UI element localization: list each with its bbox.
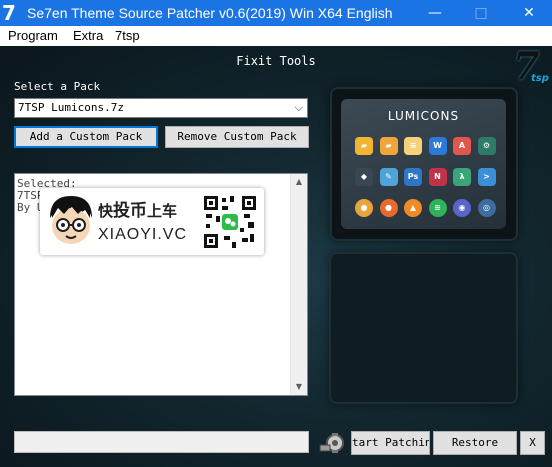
- exit-button[interactable]: X: [520, 431, 545, 455]
- pack-dropdown[interactable]: 7TSP Lumicons.7z ⌵: [14, 98, 308, 118]
- brand-logo-suffix: tsp: [531, 73, 549, 84]
- menu-7tsp[interactable]: 7tsp: [115, 27, 140, 45]
- onenote-icon: N: [428, 168, 447, 186]
- firefox-icon: ●: [379, 199, 398, 217]
- maximize-button[interactable]: □: [458, 0, 504, 26]
- patcher-gear-icon: [318, 431, 346, 455]
- scroll-up-icon[interactable]: ▲: [291, 174, 307, 190]
- window-title: Se7en Theme Source Patcher v0.6(2019) Wi…: [27, 5, 393, 21]
- start-patching-button[interactable]: tart Patchin: [351, 431, 430, 455]
- terminal-icon: >: [477, 168, 496, 186]
- title-bar[interactable]: 7 Se7en Theme Source Patcher v0.6(2019) …: [0, 0, 552, 26]
- chevron-down-icon[interactable]: ⌵: [295, 100, 303, 116]
- preview-title: LUMICONS: [387, 109, 460, 123]
- close-button[interactable]: ✕: [506, 0, 552, 26]
- settings-icon: ⚙: [477, 137, 496, 155]
- add-custom-pack-button[interactable]: Add a Custom Pack: [14, 126, 158, 148]
- spotify-icon: ≋: [428, 199, 447, 217]
- lambda-icon: λ: [453, 168, 471, 186]
- scroll-down-icon[interactable]: ▼: [291, 379, 307, 395]
- restore-button[interactable]: Restore: [433, 431, 517, 455]
- details-scrollbar[interactable]: ▲ ▼: [290, 174, 307, 395]
- watermark-domain: XIAOYI.VC: [98, 226, 188, 243]
- word-icon: W: [428, 137, 447, 155]
- menu-bar: Program Extra 7tsp: [0, 26, 552, 46]
- paint-icon: ✎: [379, 168, 398, 186]
- photoshop-icon: Ps: [404, 168, 422, 186]
- app-logo-icon: 7: [2, 1, 16, 25]
- menu-extra[interactable]: Extra: [73, 27, 103, 45]
- app-window: 7 Se7en Theme Source Patcher v0.6(2019) …: [0, 0, 552, 467]
- select-pack-label: Select a Pack: [14, 80, 101, 93]
- remove-custom-pack-button[interactable]: Remove Custom Pack: [165, 126, 309, 148]
- watermark-overlay: 快投币上车 XIAOYI.VC: [40, 188, 264, 255]
- folder-icon: ▰: [355, 137, 373, 155]
- qr-code-icon: [202, 194, 258, 250]
- progress-bar: [14, 431, 309, 453]
- pack-dropdown-value: 7TSP Lumicons.7z: [18, 101, 124, 114]
- preview-frame-bottom: [329, 252, 518, 404]
- pdf-icon: A: [453, 137, 471, 155]
- steam-icon: ◎: [477, 199, 496, 217]
- document-icon: ≡: [404, 137, 422, 155]
- folder-docs-icon: ▰: [379, 137, 398, 155]
- cartoon-avatar-icon: [44, 192, 98, 250]
- panel-title: Fixit Tools: [236, 54, 316, 68]
- chrome-icon: ●: [355, 199, 373, 217]
- inkscape-icon: ◆: [355, 168, 373, 186]
- minimize-button[interactable]: —: [412, 0, 458, 26]
- discord-icon: ◉: [453, 199, 471, 217]
- watermark-slogan: 快投币上车: [98, 201, 178, 221]
- vlc-icon: ▲: [404, 199, 422, 217]
- menu-program[interactable]: Program: [8, 27, 58, 45]
